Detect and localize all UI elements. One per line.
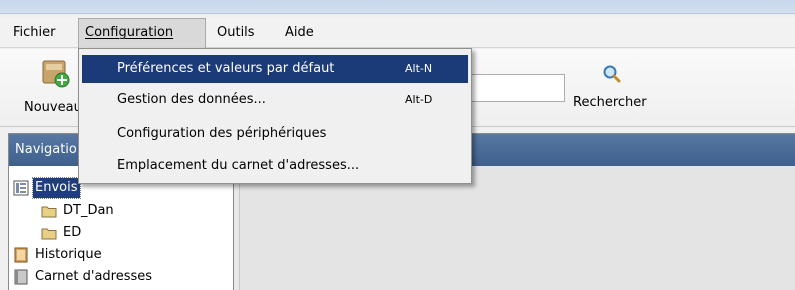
menu-item-label: Configuration des périphériques <box>117 126 327 141</box>
search-button[interactable]: Rechercher <box>573 95 647 110</box>
menu-outils[interactable]: Outils <box>211 18 261 49</box>
menu-configuration-label: Configuration <box>85 25 174 40</box>
menu-item-label: Gestion des données... <box>117 92 266 107</box>
new-button-label: Nouveau <box>24 100 82 115</box>
menu-outils-label: Outils <box>217 25 255 40</box>
history-icon <box>13 247 29 270</box>
address-book-icon <box>13 269 29 290</box>
configuration-menu: Préférences et valeurs par défaut Alt-N … <box>78 48 472 184</box>
menu-item-gestion-donnees[interactable]: Gestion des données... Alt-D <box>82 86 468 114</box>
menu-item-peripheriques[interactable]: Configuration des périphériques <box>82 120 468 148</box>
tree-item-label: Carnet d'adresses <box>35 269 153 284</box>
menu-item-shortcut: Alt-N <box>405 62 433 75</box>
menu-item-preferences[interactable]: Préférences et valeurs par défaut Alt-N <box>82 55 468 83</box>
menu-aide[interactable]: Aide <box>279 18 320 49</box>
menu-item-carnet-adresses[interactable]: Emplacement du carnet d'adresses... <box>82 152 468 180</box>
menu-fichier[interactable]: Fichier <box>7 18 62 49</box>
search-button-label: Rechercher <box>573 95 647 110</box>
tree-item-label: DT_Dan <box>63 203 114 218</box>
menu-bar: Fichier Configuration Outils Aide <box>0 18 795 49</box>
new-button[interactable]: Nouveau <box>24 100 82 115</box>
new-document-icon[interactable] <box>40 57 72 92</box>
menu-item-shortcut: Alt-D <box>405 93 433 106</box>
list-icon <box>13 180 29 203</box>
menu-item-label: Emplacement du carnet d'adresses... <box>117 158 360 173</box>
search-icon[interactable] <box>602 64 622 87</box>
menu-configuration[interactable]: Configuration <box>78 18 206 49</box>
window-title-strip <box>0 0 795 14</box>
menu-aide-label: Aide <box>285 25 314 40</box>
folder-icon <box>41 203 57 226</box>
tree-item-label: Envois <box>32 177 81 199</box>
tree-item-label: ED <box>63 225 82 240</box>
tree-item-label: Historique <box>35 247 102 262</box>
menu-item-label: Préférences et valeurs par défaut <box>117 61 335 76</box>
menu-fichier-label: Fichier <box>13 25 56 40</box>
navigation-title: Navigation <box>15 142 86 157</box>
